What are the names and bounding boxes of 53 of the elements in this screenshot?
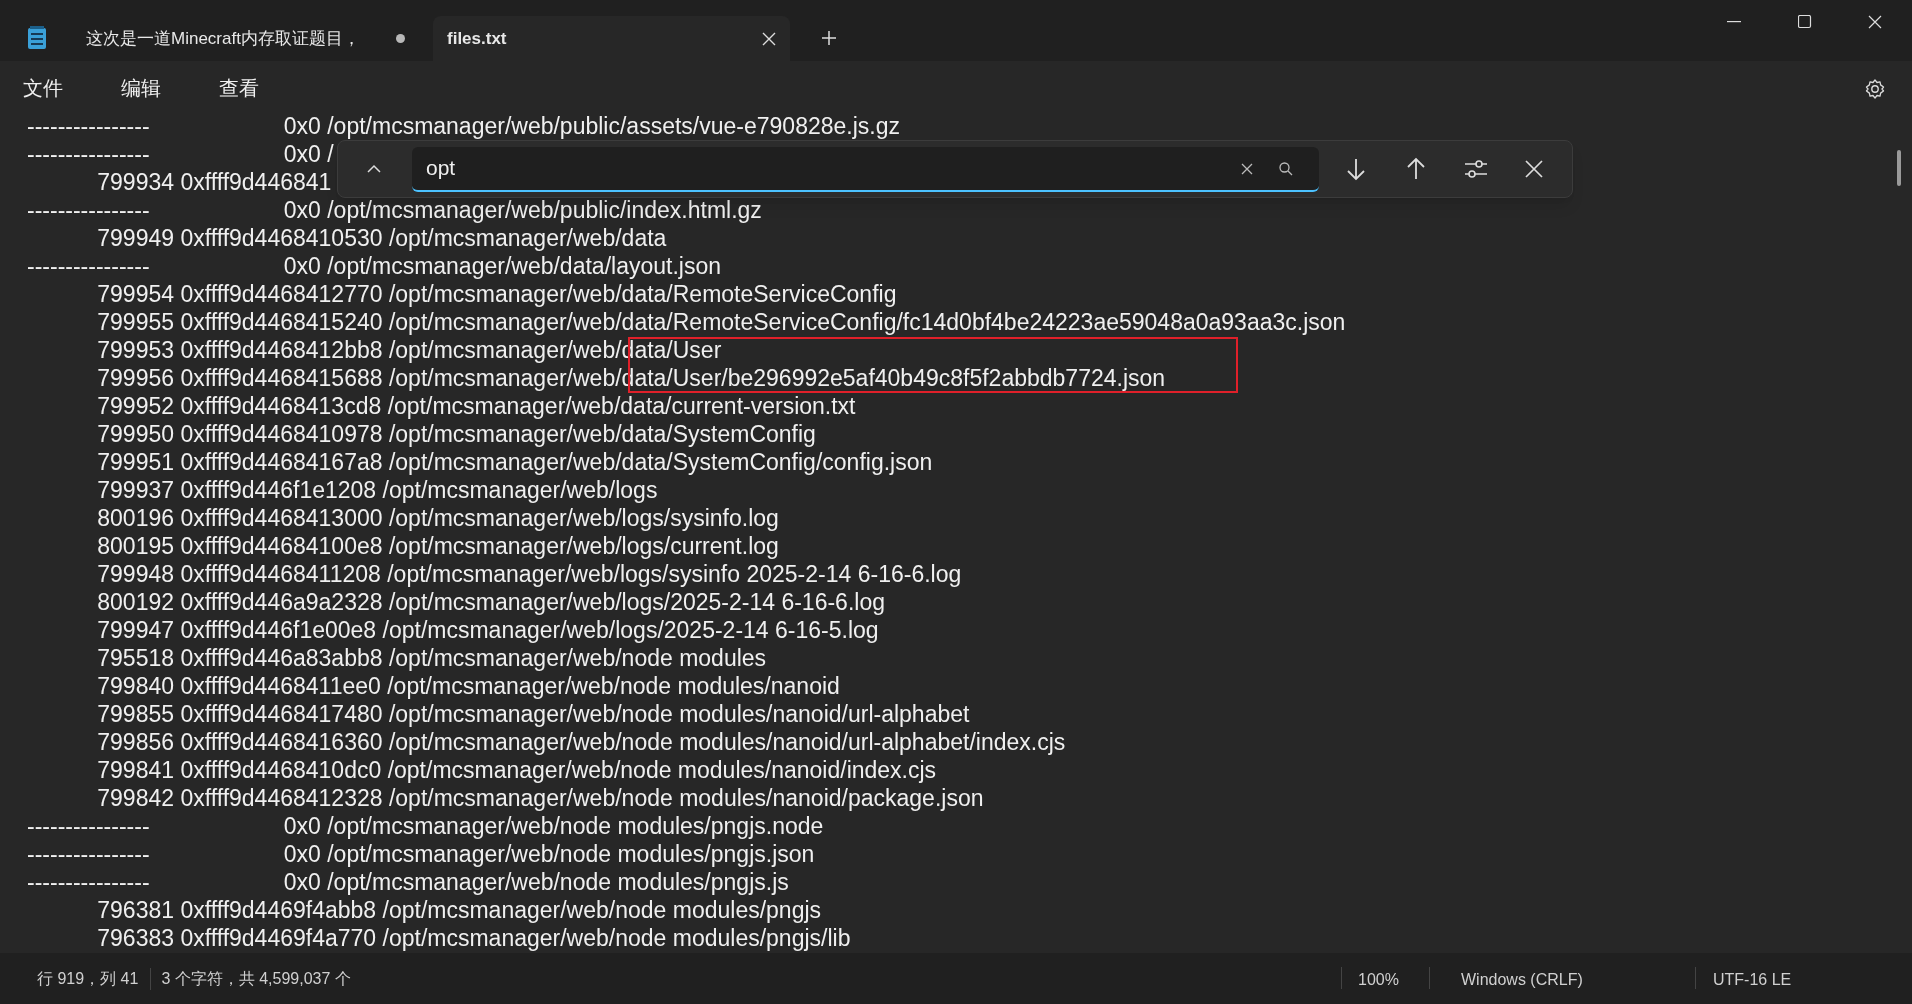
text-line: 799842 0xffff9d4468412328 /opt/mcsmanager/web/node modules/nanoid/package.json [96,784,984,812]
chevron-up-icon[interactable] [366,164,382,174]
close-tab-icon[interactable] [762,31,776,46]
close-icon[interactable] [1523,158,1545,180]
text-line: 799954 0xffff9d4468412770 /opt/mcsmanager/web/data/RemoteServiceConfig [96,280,897,308]
text-line: ---------------- 0x0 /opt/mcsmanager/web/public/assets/vue-e790828e.js.gz [27,115,900,140]
text-line: 800192 0xffff9d446a9a2328 /opt/mcsmanager/web/logs/2025-2-14 6-16-6.log [96,588,885,616]
encoding[interactable]: UTF-16 LE [1713,968,1792,992]
tab[interactable]: files.txt [433,16,790,61]
text-line: 799841 0xffff9d4468410dc0 /opt/mcsmanager/web/node modules/nanoid/index.cjs [96,756,937,784]
text-line: ---------------- 0x0 /opt/mcsmanager/web/node modules/pngjs.node [27,812,824,840]
cursor-position[interactable]: 行 919，列 41 [37,966,139,991]
scrollbar-thumb[interactable] [1897,150,1901,186]
text-line: 795518 0xffff9d446a83abb8 /opt/mcsmanager/web/node modules [96,644,767,672]
menu-item[interactable]: 文件 [10,67,76,109]
menu-item[interactable]: 查看 [206,67,272,109]
text-line: 799937 0xffff9d446f1e1208 /opt/mcsmanager/web/logs [96,476,658,504]
text-line: 799950 0xffff9d4468410978 /opt/mcsmanager/web/data/SystemConfig [96,420,816,448]
text-line: ---------------- 0x0 / [27,140,334,168]
text-line: 799840 0xffff9d4468411ee0 /opt/mcsmanager/web/node modules/nanoid [96,672,840,700]
minimize-icon [1727,21,1741,23]
text-line: 796383 0xffff9d4469f4a770 /opt/mcsmanager/web/node modules/pngjs/lib [96,924,851,952]
text-line: 799948 0xffff9d4468411208 /opt/mcsmanager/web/logs/sysinfo 2025-2-14 6-16-6.log [96,560,962,588]
find-text[interactable]: opt [426,152,1206,184]
search-icon[interactable] [1278,160,1294,177]
notepad-icon [27,26,47,50]
text-line: 800196 0xffff9d4468413000 /opt/mcsmanager/web/logs/sysinfo.log [96,504,779,532]
text-line: 799855 0xffff9d4468417480 /opt/mcsmanager/web/node modules/nanoid/url-alphabet [96,700,970,728]
text-line: ---------------- 0x0 /opt/mcsmanager/web/node modules/pngjs.js [27,868,789,896]
text-line: ---------------- 0x0 /opt/mcsmanager/web/public/index.html.gz [27,196,762,224]
text-line: 799856 0xffff9d4468416360 /opt/mcsmanager/web/node modules/nanoid/url-alphabet/index.cjs [96,728,1066,756]
zoom-level[interactable]: 100% [1358,968,1399,992]
clear-icon[interactable] [1240,161,1254,176]
text-line: 799934 0xffff9d446841 [96,168,332,196]
settings-icon[interactable] [1864,78,1886,100]
text-line: 799955 0xffff9d4468415240 /opt/mcsmanager/web/data/RemoteServiceConfig/fc14d0bf4be24223ae59048a0a93aa3c.json [96,308,1346,336]
sliders-icon[interactable] [1463,157,1489,181]
line-ending[interactable]: Windows (CRLF) [1461,968,1583,992]
maximize-icon [1798,15,1812,29]
text-line: 799951 0xffff9d44684167a8 /opt/mcsmanager/web/data/SystemConfig/config.json [96,448,933,476]
text-line: ---------------- 0x0 /opt/mcsmanager/web/node modules/pngjs.json [27,840,815,868]
text-line: 799947 0xffff9d446f1e00e8 /opt/mcsmanager/web/logs/2025-2-14 6-16-5.log [96,616,879,644]
text-line: ---------------- 0x0 /opt/mcsmanager/web/data/layout.json [27,252,721,280]
menu-item[interactable]: 编辑 [108,67,174,109]
text-line: 799949 0xffff9d4468410530 /opt/mcsmanager/web/data [96,224,667,252]
find-field[interactable]: opt [412,146,1319,192]
text-line: 799952 0xffff9d4468413cd8 /opt/mcsmanager/web/data/current-version.txt [96,392,856,420]
text-line: 800195 0xffff9d44684100e8 /opt/mcsmanager/web/logs/current.log [96,532,779,560]
new-tab-icon[interactable] [821,30,837,46]
character-count: 3 个字符，共 4,599,037 个 [161,968,351,989]
close-icon [1868,15,1882,29]
text-line: 796381 0xffff9d4469f4abb8 /opt/mcsmanager/web/node modules/pngjs [96,896,822,924]
tab[interactable]: 这次是一道Minecraft内存取证题目， [66,16,433,61]
